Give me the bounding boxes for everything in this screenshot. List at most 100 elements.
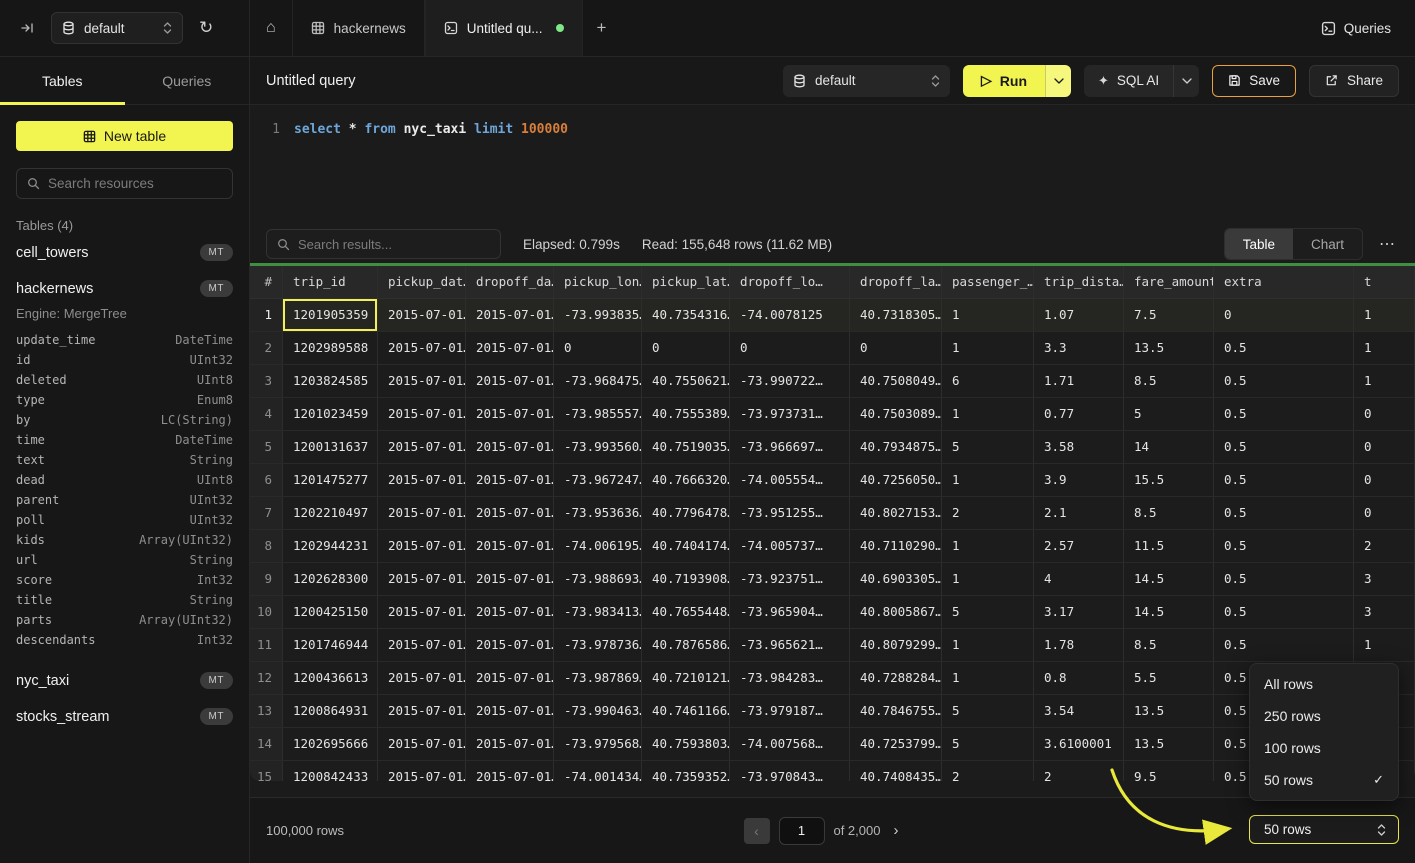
schema-column-row[interactable]: byLC(String): [16, 410, 233, 430]
table-cell[interactable]: 3.17: [1034, 596, 1124, 628]
sql-editor[interactable]: 1 select * from nyc_taxi limit 100000: [250, 105, 1415, 225]
table-cell[interactable]: -73.984283…: [730, 662, 850, 694]
table-cell[interactable]: 3.54: [1034, 695, 1124, 727]
table-cell[interactable]: -73.923751…: [730, 563, 850, 595]
table-cell[interactable]: 5: [942, 596, 1034, 628]
table-cell[interactable]: 2015-07-01…: [378, 662, 466, 694]
table-cell[interactable]: 3.9: [1034, 464, 1124, 496]
table-cell[interactable]: -73.979187…: [730, 695, 850, 727]
schema-column-row[interactable]: textString: [16, 450, 233, 470]
table-cell[interactable]: 3.6100001: [1034, 728, 1124, 760]
schema-column-row[interactable]: descendantsInt32: [16, 630, 233, 650]
table-cell[interactable]: 40.7110290…: [850, 530, 942, 562]
table-cell[interactable]: 0: [850, 332, 942, 364]
table-cell[interactable]: -74.005737…: [730, 530, 850, 562]
table-cell[interactable]: 40.7354316…: [642, 299, 730, 331]
table-cell[interactable]: 14.5: [1124, 563, 1214, 595]
page-size-option[interactable]: 100 rows: [1250, 732, 1398, 764]
table-cell[interactable]: -73.968475…: [554, 365, 642, 397]
table-cell[interactable]: 2015-07-01…: [378, 530, 466, 562]
share-button[interactable]: Share: [1309, 65, 1399, 97]
schema-column-row[interactable]: partsArray(UInt32): [16, 610, 233, 630]
column-header[interactable]: dropoff_lo…: [730, 266, 850, 298]
table-cell[interactable]: 0.5: [1214, 398, 1354, 430]
table-cell[interactable]: 0.5: [1214, 530, 1354, 562]
column-header[interactable]: passenger_…: [942, 266, 1034, 298]
table-cell[interactable]: 1200842433: [283, 761, 378, 781]
table-cell[interactable]: 3: [1354, 563, 1415, 595]
table-cell[interactable]: 1200131637: [283, 431, 378, 463]
table-cell[interactable]: 0: [1214, 299, 1354, 331]
table-cell[interactable]: 2015-07-01…: [466, 695, 554, 727]
schema-column-row[interactable]: kidsArray(UInt32): [16, 530, 233, 550]
table-cell[interactable]: 0: [1354, 497, 1415, 529]
table-cell[interactable]: 3.3: [1034, 332, 1124, 364]
page-size-option[interactable]: 50 rows✓: [1250, 764, 1398, 796]
table-cell[interactable]: 40.7210121…: [642, 662, 730, 694]
table-cell[interactable]: -73.990463…: [554, 695, 642, 727]
table-cell[interactable]: 1202210497: [283, 497, 378, 529]
table-cell[interactable]: 2015-07-01…: [378, 497, 466, 529]
column-header[interactable]: #: [250, 266, 283, 298]
table-cell[interactable]: 1: [942, 563, 1034, 595]
refresh-icon[interactable]: ↻: [199, 18, 213, 38]
page-input[interactable]: [778, 817, 824, 845]
table-cell[interactable]: -73.987869…: [554, 662, 642, 694]
sidebar-item-cell-towers[interactable]: cell_towers MT: [16, 236, 233, 269]
table-cell[interactable]: -73.983413…: [554, 596, 642, 628]
table-cell[interactable]: 2: [942, 497, 1034, 529]
table-cell[interactable]: 4: [1034, 563, 1124, 595]
table-cell[interactable]: 1200864931: [283, 695, 378, 727]
table-cell[interactable]: -73.990722…: [730, 365, 850, 397]
table-cell[interactable]: 2015-07-01…: [378, 332, 466, 364]
table-cell[interactable]: -73.951255…: [730, 497, 850, 529]
schema-column-row[interactable]: typeEnum8: [16, 390, 233, 410]
table-cell[interactable]: 5: [942, 728, 1034, 760]
schema-column-row[interactable]: titleString: [16, 590, 233, 610]
table-cell[interactable]: 2015-07-01…: [378, 299, 466, 331]
column-header[interactable]: pickup_dat…: [378, 266, 466, 298]
table-cell[interactable]: 40.7655448…: [642, 596, 730, 628]
table-cell[interactable]: 2015-07-01…: [378, 431, 466, 463]
query-database-selector[interactable]: default: [783, 65, 950, 97]
table-cell[interactable]: 2015-07-01…: [378, 596, 466, 628]
table-cell[interactable]: 1.71: [1034, 365, 1124, 397]
table-cell[interactable]: -74.007568…: [730, 728, 850, 760]
table-cell[interactable]: 1: [942, 398, 1034, 430]
table-cell[interactable]: 40.7593803…: [642, 728, 730, 760]
table-cell[interactable]: 13.5: [1124, 728, 1214, 760]
sql-ai-caret[interactable]: [1173, 65, 1199, 97]
schema-column-row[interactable]: parentUInt32: [16, 490, 233, 510]
table-cell[interactable]: 40.7256050…: [850, 464, 942, 496]
table-cell[interactable]: -74.001434…: [554, 761, 642, 781]
table-cell[interactable]: 40.7288284…: [850, 662, 942, 694]
table-cell[interactable]: 40.7876586…: [642, 629, 730, 661]
table-cell[interactable]: 13.5: [1124, 695, 1214, 727]
table-cell[interactable]: 2015-07-01…: [466, 497, 554, 529]
table-cell[interactable]: 40.8079299…: [850, 629, 942, 661]
table-cell[interactable]: 8.5: [1124, 497, 1214, 529]
table-cell[interactable]: 2: [1354, 530, 1415, 562]
table-cell[interactable]: 2015-07-01…: [466, 431, 554, 463]
table-cell[interactable]: 2015-07-01…: [466, 596, 554, 628]
topbar-database-selector[interactable]: default: [51, 12, 183, 44]
search-results-input[interactable]: [298, 237, 490, 252]
new-table-button[interactable]: New table: [16, 121, 233, 151]
table-cell[interactable]: 13.5: [1124, 332, 1214, 364]
table-cell[interactable]: -73.965621…: [730, 629, 850, 661]
table-cell[interactable]: 5: [942, 695, 1034, 727]
table-cell[interactable]: 2015-07-01…: [466, 464, 554, 496]
table-cell[interactable]: 0.5: [1214, 629, 1354, 661]
tab-hackernews[interactable]: hackernews: [293, 0, 425, 56]
run-button[interactable]: ▷ Run: [963, 65, 1045, 97]
table-cell[interactable]: 40.7193908…: [642, 563, 730, 595]
table-cell[interactable]: 1202628300: [283, 563, 378, 595]
table-cell[interactable]: 1.78: [1034, 629, 1124, 661]
table-cell[interactable]: 40.7846755…: [850, 695, 942, 727]
search-resources-input[interactable]: [48, 176, 222, 191]
table-cell[interactable]: 1: [942, 662, 1034, 694]
table-cell[interactable]: 40.7666320…: [642, 464, 730, 496]
table-cell[interactable]: 15.5: [1124, 464, 1214, 496]
table-cell[interactable]: 9.5: [1124, 761, 1214, 781]
column-header[interactable]: pickup_lat…: [642, 266, 730, 298]
